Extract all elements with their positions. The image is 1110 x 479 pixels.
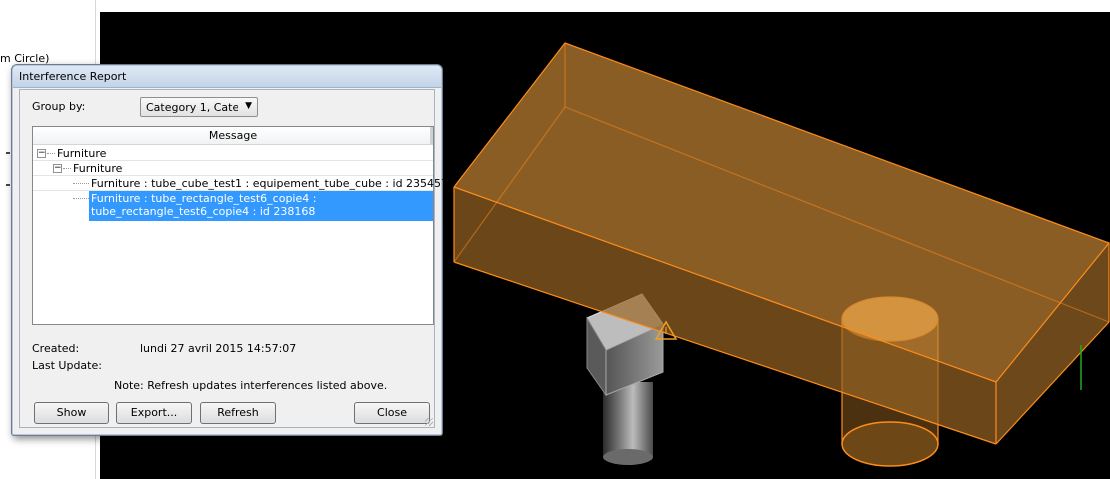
export-button[interactable]: Export... — [116, 402, 192, 424]
tree-node-category[interactable]: − Furniture — [33, 146, 433, 161]
collapse-icon[interactable]: − — [53, 164, 62, 173]
rectangle-box-object — [453, 42, 1110, 445]
created-label: Created: — [32, 342, 80, 355]
interference-report-dialog: Interference Report Group by: Category 1… — [11, 64, 448, 436]
dialog-title: Interference Report — [19, 70, 127, 83]
refresh-note: Note: Refresh updates interferences list… — [114, 379, 388, 392]
tree-leaf-item[interactable]: Furniture : tube_cube_test1 : equipement… — [33, 176, 448, 191]
background-tick-mark — [6, 152, 10, 154]
dialog-titlebar[interactable]: Interference Report — [13, 66, 441, 88]
tree-node-label: Furniture — [73, 162, 123, 175]
tree-connector — [63, 168, 71, 169]
background-tick-mark — [6, 184, 10, 186]
tree-connector — [47, 153, 55, 154]
resize-grip[interactable] — [425, 418, 433, 426]
tree-leaf-label: Furniture : tube_rectangle_test6_copie4 … — [91, 192, 317, 218]
tree-leaf-item-selected[interactable]: Furniture : tube_rectangle_test6_copie4 … — [33, 191, 433, 221]
tree-node-label: Furniture — [57, 147, 107, 160]
close-button[interactable]: Close — [354, 402, 430, 424]
dialog-client-area: Group by: Category 1, Category 2 ▼ Messa… — [19, 89, 448, 428]
chevron-down-icon: ▼ — [245, 101, 252, 111]
list-column-header[interactable]: Message — [33, 127, 433, 145]
collapse-icon[interactable]: − — [37, 149, 46, 158]
tree-connector — [73, 198, 89, 199]
column-header-message: Message — [208, 129, 258, 142]
show-button[interactable]: Show — [34, 402, 109, 424]
refresh-button[interactable]: Refresh — [200, 402, 276, 424]
interference-list[interactable]: Message − Furniture − Furniture Furnitur… — [32, 126, 448, 325]
last-update-label: Last Update: — [32, 359, 102, 372]
selected-row-highlight[interactable]: Furniture : tube_rectangle_test6_copie4 … — [89, 191, 433, 221]
group-by-label: Group by: — [32, 100, 86, 113]
tree-node-subcategory[interactable]: − Furniture — [33, 161, 433, 176]
scrollbar[interactable] — [430, 127, 433, 145]
tree-connector — [73, 183, 89, 184]
group-by-dropdown[interactable]: Category 1, Category 2 ▼ — [140, 97, 258, 117]
tree-leaf-label: Furniture : tube_cube_test1 : equipement… — [91, 177, 449, 190]
created-value: lundi 27 avril 2015 14:57:07 — [140, 342, 297, 355]
group-by-value: Category 1, Category 2 — [146, 101, 238, 114]
